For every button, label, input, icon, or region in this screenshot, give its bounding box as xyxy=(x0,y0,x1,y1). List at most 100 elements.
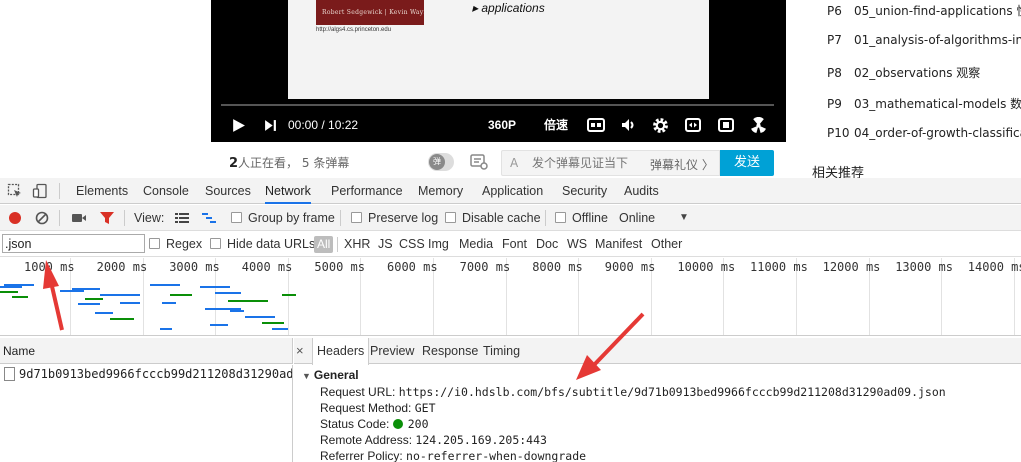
filter-css[interactable]: CSS xyxy=(399,232,425,257)
device-toolbar-icon[interactable] xyxy=(32,183,48,199)
danmaku-bar: 2人正在看， 5 条弹幕 弹 A 弹幕礼仪 〉 发送 xyxy=(211,148,786,178)
tab-security[interactable]: Security xyxy=(562,178,607,204)
request-name: 9d71b0913bed9966fcccb99d211208d31290ad09… xyxy=(19,367,293,381)
general-section-header[interactable]: ▼ General xyxy=(302,368,359,382)
timeline-request-bar xyxy=(110,318,134,320)
volume-icon[interactable] xyxy=(621,118,637,132)
large-rows-icon[interactable] xyxy=(174,211,190,225)
tab-elements[interactable]: Elements xyxy=(76,178,128,204)
chevron-down-icon: ▼ xyxy=(679,212,689,223)
filter-media[interactable]: Media xyxy=(459,232,493,257)
triangle-down-icon: ▼ xyxy=(302,371,311,381)
tab-performance[interactable]: Performance xyxy=(331,178,403,204)
danmaku-input[interactable] xyxy=(532,154,642,172)
filter-js[interactable]: JS xyxy=(378,232,393,257)
tab-console[interactable]: Console xyxy=(143,178,189,204)
filter-ws[interactable]: WS xyxy=(567,232,587,257)
clear-icon[interactable] xyxy=(34,210,50,226)
timeline-request-bar xyxy=(262,322,284,324)
tab-network[interactable]: Network xyxy=(265,178,311,204)
webfullscreen-icon[interactable] xyxy=(718,118,734,132)
tab-memory[interactable]: Memory xyxy=(418,178,463,204)
viewer-count: 2人正在看， 5 条弹幕 xyxy=(229,156,350,171)
video-frame: Robert Sedgewick | Kevin Wayne http://al… xyxy=(288,0,709,99)
play-icon[interactable] xyxy=(231,118,246,133)
inspect-element-icon[interactable] xyxy=(7,183,23,199)
checkbox-box[interactable] xyxy=(555,212,566,223)
timeline-tick-label: 7000 ms xyxy=(459,260,511,274)
timeline-overview[interactable]: 1000 ms 2000 ms 3000 ms 4000 ms 5000 ms 6000 … xyxy=(0,258,1021,336)
tab-headers[interactable]: Headers xyxy=(312,338,370,365)
checkbox-box[interactable] xyxy=(149,238,160,249)
checkbox-box[interactable] xyxy=(210,238,221,249)
danmaku-etiquette-link[interactable]: 弹幕礼仪 〉 xyxy=(650,156,714,173)
send-button[interactable]: 发送 xyxy=(720,150,774,176)
book-cover: Robert Sedgewick | Kevin Wayne xyxy=(316,0,424,25)
throttling-select[interactable]: Online ▼ xyxy=(619,205,689,231)
filter-input[interactable] xyxy=(2,234,145,253)
tab-audits[interactable]: Audits xyxy=(624,178,659,204)
filter-manifest[interactable]: Manifest xyxy=(595,232,642,257)
timeline-request-bar xyxy=(95,312,113,314)
timeline-request-bar xyxy=(100,294,140,296)
checkbox-box[interactable] xyxy=(445,212,456,223)
network-filterbar: Regex Hide data URLs All XHR JS CSS Img … xyxy=(0,232,1021,257)
disable-cache-checkbox[interactable]: Disable cache xyxy=(445,205,541,231)
playlist-item[interactable]: P701_analysis-of-algorithms-introd xyxy=(827,33,1021,53)
timeline-request-bar xyxy=(245,316,275,318)
playlist-item[interactable]: P1004_order-of-growth-classificatio xyxy=(827,126,1021,146)
divider xyxy=(59,210,60,226)
filter-font[interactable]: Font xyxy=(502,232,527,257)
danmaku-toggle[interactable]: 弹 xyxy=(428,153,454,171)
name-column-header[interactable]: Name xyxy=(0,338,293,364)
widescreen-icon[interactable] xyxy=(685,118,701,132)
danmaku-settings-icon[interactable] xyxy=(470,154,488,170)
progress-bar[interactable] xyxy=(221,104,774,106)
playlist-item[interactable]: P8 02_observations 观察 xyxy=(827,64,980,84)
time-display: 00:00 / 10:22 xyxy=(288,118,359,132)
checkbox-box[interactable] xyxy=(351,212,362,223)
filter-xhr[interactable]: XHR xyxy=(344,232,370,257)
playlist-item[interactable]: P903_mathematical-models 数学模 xyxy=(827,95,1021,115)
font-style-icon[interactable]: A xyxy=(510,156,518,170)
tab-response[interactable]: Response xyxy=(422,338,478,364)
detail-tabbar: × Headers Preview Response Timing xyxy=(294,338,1021,365)
filter-all-button[interactable]: All xyxy=(314,236,334,253)
filter-img[interactable]: Img xyxy=(428,232,449,257)
network-toolbar: View: Group by frame Preserve log Disabl… xyxy=(0,205,1021,231)
screenshot-camera-icon[interactable] xyxy=(71,210,87,226)
timeline-request-bar xyxy=(160,328,172,330)
regex-checkbox[interactable]: Regex xyxy=(149,232,202,257)
quality-button[interactable]: 360P xyxy=(488,112,516,138)
timeline-tick-label: 4000 ms xyxy=(241,260,293,274)
preserve-log-checkbox[interactable]: Preserve log xyxy=(351,205,438,231)
group-by-frame-checkbox[interactable]: Group by frame xyxy=(231,205,335,231)
playlist-item[interactable]: P605_union-find-applications 快速 xyxy=(827,2,1021,22)
filter-other[interactable]: Other xyxy=(651,232,682,257)
tab-timing[interactable]: Timing xyxy=(483,338,520,364)
record-icon[interactable] xyxy=(7,210,23,226)
offline-checkbox[interactable]: Offline xyxy=(555,205,608,231)
subtitle-icon[interactable] xyxy=(587,118,605,132)
settings-gear-icon[interactable] xyxy=(652,117,669,134)
video-player[interactable]: Robert Sedgewick | Kevin Wayne http://al… xyxy=(211,0,786,142)
timeline-tick-label: 10000 ms xyxy=(677,260,736,274)
filter-doc[interactable]: Doc xyxy=(536,232,558,257)
timeline-request-bar xyxy=(78,303,100,305)
speed-button[interactable]: 倍速 xyxy=(544,112,568,138)
tab-sources[interactable]: Sources xyxy=(205,178,251,204)
waterfall-overview-icon[interactable] xyxy=(201,211,217,225)
tab-preview[interactable]: Preview xyxy=(370,338,414,364)
tab-application[interactable]: Application xyxy=(482,178,543,204)
close-icon[interactable]: × xyxy=(296,338,304,364)
request-row[interactable]: 9d71b0913bed9966fcccb99d211208d31290ad09… xyxy=(0,365,293,383)
fullscreen-radiation-icon[interactable] xyxy=(750,117,767,134)
timeline-tick-label: 1000 ms xyxy=(24,260,75,274)
timeline-request-bar xyxy=(12,296,28,298)
devtools-tabbar: Elements Console Sources Network Perform… xyxy=(0,178,1021,204)
next-icon[interactable] xyxy=(264,119,277,132)
hide-data-urls-checkbox[interactable]: Hide data URLs xyxy=(210,232,315,257)
checkbox-box[interactable] xyxy=(231,212,242,223)
timeline-request-bar xyxy=(162,302,176,304)
filter-icon[interactable] xyxy=(99,210,115,226)
